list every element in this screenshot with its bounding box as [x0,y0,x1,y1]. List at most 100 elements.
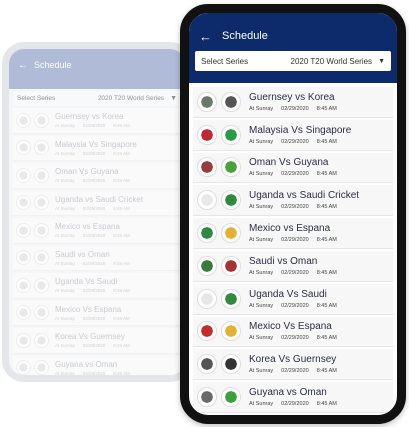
match-row[interactable]: Korea Vs Guernsey At Sunray 02/29/2020 8:45… [193,349,393,381]
back-select-value-wrap: 2020 T20 World Series ▼ [98,95,177,102]
team-logos [197,321,241,342]
match-date: 02/29/2020 [82,315,106,321]
team-logo-icon [16,305,31,321]
match-row[interactable]: Guernsey vs Korea At Sunray 02/29/2020 8:45… [13,108,181,134]
team-logo-icon [34,277,49,293]
match-row[interactable]: Guyana vs Oman At Sunray 02/29/2020 8:45 AM [193,382,393,413]
back-app-bar: ← Schedule [9,49,185,89]
match-title: Malaysia Vs Singapore [249,124,352,136]
match-meta: At Sunray 02/29/2020 8:45 AM [55,288,130,293]
match-row[interactable]: Mexico vs Espana At Sunray 02/29/2020 8:45 … [13,218,181,244]
match-row[interactable]: Saudi vs Oman At Sunray 02/29/2020 8:45 AM [193,250,393,282]
match-row[interactable]: Uganda vs Saudi Cricket At Sunray 02/29/20… [193,185,393,217]
match-venue: At Sunray [55,233,75,239]
team-logo-icon [221,288,241,309]
team-logo-icon [221,91,241,112]
match-date: 02/29/2020 [82,150,106,156]
match-row[interactable]: Mexico Vs Espana At Sunray 02/29/2020 8:45 … [193,316,393,348]
match-title: Guyana vs Oman [55,359,118,369]
back-series-select[interactable]: Select Series 2020 T20 World Series ▼ [13,91,181,106]
series-select[interactable]: Select Series 2020 T20 World Series ▼ [195,51,391,71]
arrow-left-icon[interactable]: ← [18,60,28,71]
match-venue: At Sunray [249,204,274,211]
match-venue: At Sunray [55,123,75,129]
team-logo-icon [34,360,49,375]
match-title: Guernsey vs Korea [249,91,335,103]
match-meta: At Sunray 02/29/2020 8:45 AM [55,151,137,156]
phone-mockup-back: ← Schedule Select Series 2020 T20 World … [2,42,192,382]
team-logo-icon [197,288,217,309]
match-row[interactable]: Uganda vs Saudi Cricket At Sunray 02/29/20… [13,190,181,216]
team-logos [197,354,241,375]
match-date: 02/29/2020 [281,237,309,244]
team-logos [197,223,241,244]
match-venue: At Sunray [55,370,75,376]
select-value-wrap: 2020 T20 World Series ▼ [291,57,385,66]
match-row[interactable]: Guernsey vs Korea At Sunray 02/29/2020 8:45… [193,87,393,118]
team-logo-icon [34,167,49,183]
match-title: Oman Vs Guyana [249,157,329,169]
match-date: 02/29/2020 [281,204,309,211]
match-time: 8:45 AM [113,288,130,294]
match-row[interactable]: Malaysia Vs Singapore At Sunray 02/29/2020… [193,119,393,151]
team-logo-icon [34,140,49,156]
match-meta: At Sunray 02/29/2020 8:45 AM [55,316,130,321]
match-info: Malaysia Vs Singapore At Sunray 02/29/2020… [249,125,351,145]
match-time: 8:45 AM [316,138,337,145]
match-info: Uganda vs Saudi Cricket At Sunray 02/29/20… [55,195,143,211]
match-venue: At Sunray [249,335,274,342]
match-row[interactable]: Oman Vs Guyana At Sunray 02/29/2020 8:45 AM [13,163,181,189]
match-info: Malaysia Vs Singapore At Sunray 02/29/2020… [55,140,137,156]
match-time: 8:45 AM [316,335,337,342]
match-info: Mexico vs Espana At Sunray 02/29/2020 8:45 … [249,223,337,243]
match-title: Oman Vs Guyana [55,167,119,177]
match-date: 02/29/2020 [82,123,106,129]
match-title: Saudi vs Oman [55,249,110,259]
match-date: 02/29/2020 [82,343,106,349]
match-title: Guernsey vs Korea [55,112,124,122]
match-row[interactable]: Uganda Vs Saudi At Sunray 02/29/2020 8:45 A… [193,283,393,315]
match-venue: At Sunray [55,260,75,266]
back-select-value: 2020 T20 World Series [97,95,165,102]
match-venue: At Sunray [249,237,274,244]
team-logo-icon [16,222,31,238]
team-logo-icon [197,354,217,375]
match-row[interactable]: Guyana vs Oman At Sunray 02/29/2020 8:45 AM [13,355,181,376]
match-info: Korea Vs Guernsey At Sunray 02/29/2020 8:45… [249,354,337,374]
caret-down-icon: ▼ [170,95,177,102]
match-meta: At Sunray 02/29/2020 8:45 AM [249,368,337,374]
match-venue: At Sunray [249,302,274,309]
match-venue: At Sunray [249,105,274,112]
team-logos [197,255,241,276]
match-date: 02/29/2020 [281,105,309,112]
team-logo-icon [197,124,217,145]
match-venue: At Sunray [249,368,274,375]
match-row[interactable]: Saudi vs Oman At Sunray 02/29/2020 8:45 AM [13,245,181,271]
match-title: Mexico Vs Espana [249,321,332,333]
match-meta: At Sunray 02/29/2020 8:45 AM [249,270,337,276]
match-title: Mexico Vs Espana [55,304,122,314]
match-row[interactable]: Oman Vs Guyana At Sunray 02/29/2020 8:45 AM [193,152,393,184]
match-row[interactable]: Uganda Vs Saudi At Sunray 02/29/2020 8:45 A… [13,273,181,299]
team-logos [197,157,241,178]
match-time: 8:45 AM [316,401,337,408]
match-row[interactable]: Mexico vs Espana At Sunray 02/29/2020 8:45 … [193,218,393,249]
match-meta: At Sunray 02/29/2020 8:45 AM [55,178,130,183]
match-info: Guernsey vs Korea At Sunray 02/29/2020 8:45… [55,112,130,128]
match-time: 8:45 AM [316,204,337,211]
back-title-row: ← Schedule [14,49,180,81]
arrow-left-icon[interactable]: ← [199,29,212,44]
match-row[interactable]: Malaysia Vs Singapore At Sunray 02/29/2020… [13,135,181,161]
match-row[interactable]: Korea Vs Guernsey At Sunray 02/29/2020 8:45… [13,328,181,354]
match-time: 8:45 AM [113,370,130,376]
match-date: 02/29/2020 [82,233,106,239]
match-meta: At Sunray 02/29/2020 8:45 AM [55,370,130,376]
team-logos [197,190,241,211]
match-title: Saudi vs Oman [249,255,318,267]
team-logo-icon [16,195,31,211]
match-date: 02/29/2020 [82,178,106,184]
team-logo-icon [197,190,217,211]
match-info: Guyana vs Oman At Sunray 02/29/2020 8:45 AM [249,387,337,407]
match-meta: At Sunray 02/29/2020 8:45 AM [55,343,130,348]
match-row[interactable]: Mexico Vs Espana At Sunray 02/29/2020 8:45 … [13,300,181,326]
